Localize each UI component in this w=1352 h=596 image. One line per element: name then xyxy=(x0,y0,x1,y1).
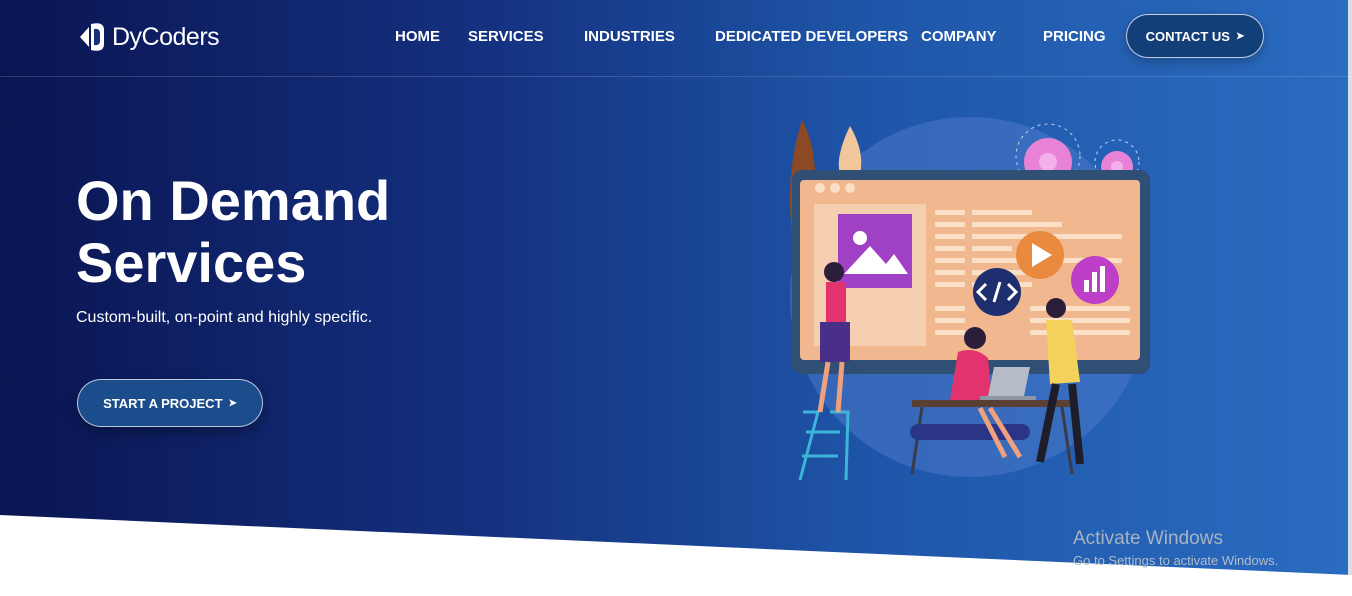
contact-us-button[interactable]: CONTACT US ➤ xyxy=(1126,14,1264,58)
code-icon xyxy=(973,268,1021,316)
windows-activation-watermark: Activate Windows Go to Settings to activ… xyxy=(1073,528,1278,568)
hero-illustration xyxy=(789,117,1150,481)
page-scrollbar[interactable] xyxy=(1348,0,1352,575)
dycoders-logo-icon xyxy=(80,23,104,51)
hero-title: On Demand Services xyxy=(76,170,496,294)
window-dot xyxy=(830,183,840,193)
leaf-right xyxy=(838,126,862,174)
nav-company[interactable]: COMPANY xyxy=(921,28,997,45)
contact-us-label: CONTACT US xyxy=(1145,28,1230,44)
start-project-label: START A PROJECT xyxy=(103,395,223,411)
watermark-subtitle: Go to Settings to activate Windows. xyxy=(1073,553,1279,568)
hero-title-line-1: On Demand xyxy=(76,169,391,232)
start-project-button[interactable]: START A PROJECT ➤ xyxy=(77,379,263,427)
brand-name: DyCoders xyxy=(112,22,220,51)
nav-industries[interactable]: INDUSTRIES xyxy=(584,28,675,45)
watermark-title: Activate Windows xyxy=(1073,528,1223,549)
hero-subtitle: Custom-built, on-point and highly specif… xyxy=(76,309,373,326)
play-icon xyxy=(1016,231,1064,279)
arrow-right-icon: ➤ xyxy=(1235,30,1245,42)
nav-dedicated-developers[interactable]: DEDICATED DEVELOPERS xyxy=(715,28,908,45)
window-dot xyxy=(845,183,855,193)
nav-services[interactable]: SERVICES xyxy=(468,28,544,45)
logo[interactable]: DyCoders xyxy=(78,20,220,54)
hero-title-line-2: Services xyxy=(76,231,307,294)
arrow-right-icon: ➤ xyxy=(228,397,237,409)
navbar: DyCoders HOME SERVICES INDUSTRIES DEDICA… xyxy=(0,0,1348,77)
image-icon xyxy=(838,214,912,288)
bar-chart-icon xyxy=(1071,256,1119,304)
window-dot xyxy=(815,183,825,193)
nav-home[interactable]: HOME xyxy=(395,28,440,45)
nav-pricing[interactable]: PRICING xyxy=(1043,28,1106,45)
bench xyxy=(910,424,1030,440)
